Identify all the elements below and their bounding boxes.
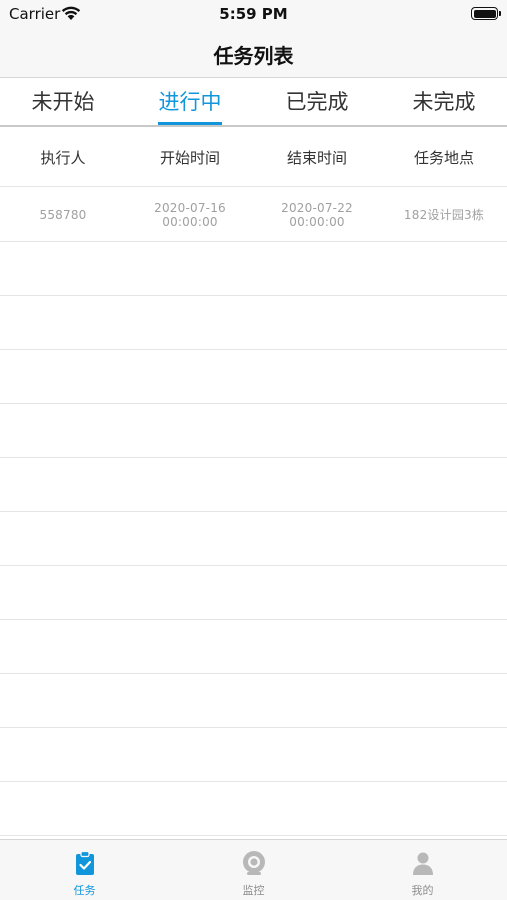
table-header: 执行人 开始时间 结束时间 任务地点	[0, 129, 507, 187]
bottom-tab-tasks[interactable]: 任务	[0, 840, 169, 900]
cell-end-time: 2020-07-22 00:00:00	[281, 201, 353, 229]
page-title: 任务列表	[213, 44, 294, 68]
battery-icon	[471, 7, 501, 20]
camera-icon	[243, 851, 265, 875]
cell-location: 182设计园3栋	[403, 208, 485, 222]
empty-row	[0, 458, 507, 512]
status-tab-bar: 未开始 进行中 已完成 未完成	[0, 79, 507, 127]
person-icon	[413, 852, 433, 875]
empty-row	[0, 566, 507, 620]
tab-not-started[interactable]: 未开始	[0, 79, 126, 125]
empty-row	[0, 296, 507, 350]
tab-in-progress[interactable]: 进行中	[127, 79, 253, 125]
empty-row	[0, 674, 507, 728]
clipboard-check-icon	[76, 850, 94, 875]
empty-row	[0, 404, 507, 458]
bottom-tab-bar: 任务 监控 我的	[0, 839, 507, 900]
bottom-tab-mine-label: 我的	[411, 884, 434, 897]
empty-row	[0, 350, 507, 404]
tab-completed[interactable]: 已完成	[254, 79, 380, 125]
empty-row	[0, 620, 507, 674]
navigation-bar: 任务列表	[0, 30, 507, 78]
empty-row	[0, 242, 507, 296]
status-time: 5:59 PM	[219, 5, 288, 23]
status-bar: Carrier 5:59 PM	[0, 0, 507, 30]
empty-row	[0, 728, 507, 782]
column-header-location: 任务地点	[413, 149, 474, 167]
active-tab-indicator	[158, 122, 222, 125]
empty-row	[0, 512, 507, 566]
column-header-end-time: 结束时间	[286, 149, 347, 167]
table-row[interactable]: 558780 2020-07-16 00:00:00 2020-07-22 00…	[0, 188, 507, 242]
column-header-executor: 执行人	[40, 149, 86, 167]
bottom-tab-monitor-label: 监控	[242, 884, 265, 897]
app-screen: Carrier 5:59 PM 任务列表 未开始 进行中 已完成 未完成 执行人…	[0, 0, 507, 900]
cell-start-time: 2020-07-16 00:00:00	[154, 201, 226, 229]
cell-executor: 558780	[39, 208, 87, 222]
bottom-tab-monitor[interactable]: 监控	[169, 840, 338, 900]
empty-row	[0, 782, 507, 836]
bottom-tab-tasks-label: 任务	[73, 884, 96, 897]
column-header-start-time: 开始时间	[159, 149, 220, 167]
bottom-tab-mine[interactable]: 我的	[338, 840, 507, 900]
tab-incomplete[interactable]: 未完成	[381, 79, 507, 125]
